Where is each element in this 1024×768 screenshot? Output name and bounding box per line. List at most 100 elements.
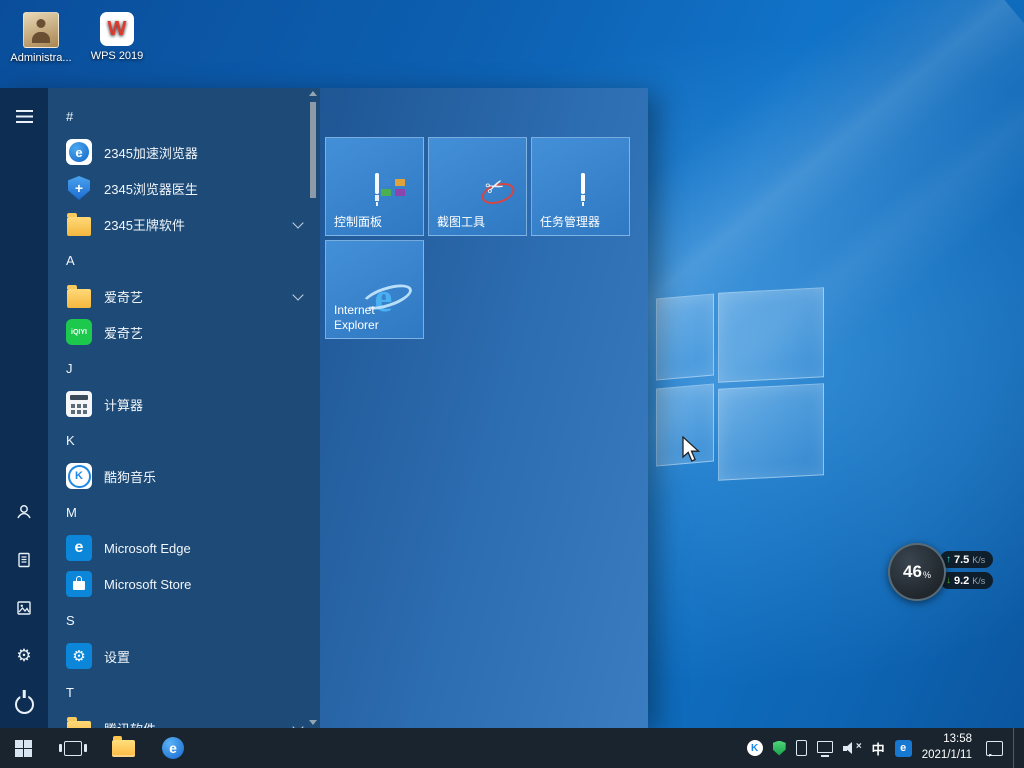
tile-task-manager[interactable]: 任务管理器 xyxy=(531,137,630,236)
app-item-iqiyi-folder[interactable]: 爱奇艺 xyxy=(48,278,320,314)
percent-value: 46 xyxy=(903,562,922,582)
file-explorer-button[interactable] xyxy=(100,728,146,768)
app-label: 腾讯软件 xyxy=(104,719,156,729)
wps-icon: W xyxy=(100,12,134,46)
start-menu-rail: ⚙ xyxy=(0,88,48,728)
tray-security-shield-icon[interactable] xyxy=(773,741,786,756)
app-item-iqiyi[interactable]: iQIYI 爱奇艺 xyxy=(48,314,320,350)
show-desktop-button[interactable] xyxy=(1013,728,1018,768)
settings-gear-icon: ⚙ xyxy=(66,643,92,669)
section-header-j[interactable]: J xyxy=(48,350,320,386)
app-item-calculator[interactable]: 计算器 xyxy=(48,386,320,422)
app-item-2345-software[interactable]: 2345王牌软件 xyxy=(48,206,320,242)
tray-kugou-icon[interactable]: K xyxy=(747,740,763,756)
tile-label: Internet Explorer xyxy=(334,303,417,333)
tray-device-icon[interactable] xyxy=(796,740,807,756)
desktop-icon-administrator[interactable]: Administra... xyxy=(5,12,77,65)
tile-snipping-tool[interactable]: ✂ 截图工具 xyxy=(428,137,527,236)
clock-date: 2021/1/11 xyxy=(922,748,972,764)
tile-control-panel[interactable]: 控制面板 xyxy=(325,137,424,236)
document-icon xyxy=(15,551,33,569)
tray-ime-indicator[interactable]: 中 xyxy=(872,739,885,758)
kugou-icon: K xyxy=(66,463,92,489)
app-label: Microsoft Store xyxy=(104,577,191,592)
tray-network-icon[interactable] xyxy=(817,744,833,753)
app-item-2345-browser[interactable]: e 2345加速浏览器 xyxy=(48,134,320,170)
chevron-down-icon[interactable] xyxy=(292,289,303,300)
tray-volume-muted-icon[interactable]: × xyxy=(843,741,862,755)
section-header-k[interactable]: K xyxy=(48,422,320,458)
memory-percent-ball[interactable]: 46 % xyxy=(888,543,946,601)
phone-icon xyxy=(796,740,807,756)
kugou-k-glyph: K xyxy=(751,743,758,754)
app-label: 2345浏览器医生 xyxy=(104,179,198,198)
power-button[interactable] xyxy=(0,684,48,724)
app-item-kugou[interactable]: K 酷狗音乐 xyxy=(48,458,320,494)
tray-e-glyph: e xyxy=(900,742,906,754)
section-header-m[interactable]: M xyxy=(48,494,320,530)
upload-unit: K/s xyxy=(972,555,985,565)
app-item-microsoft-store[interactable]: Microsoft Store xyxy=(48,566,320,602)
control-panel-icon xyxy=(375,173,379,194)
chevron-down-icon[interactable] xyxy=(292,721,303,728)
download-value: 9.2 xyxy=(954,575,969,587)
settings-button[interactable]: ⚙ xyxy=(0,636,48,676)
app-item-2345-browser-doctor[interactable]: + 2345浏览器医生 xyxy=(48,170,320,206)
tile-label: 截图工具 xyxy=(437,215,520,230)
section-header-s[interactable]: S xyxy=(48,602,320,638)
section-letter: K xyxy=(66,433,75,448)
upload-value: 7.5 xyxy=(954,554,969,566)
section-header-t[interactable]: T xyxy=(48,674,320,710)
taskbar-clock[interactable]: 13:58 2021/1/11 xyxy=(922,732,972,763)
tray-app-icon[interactable]: e xyxy=(895,740,912,757)
app-label: 计算器 xyxy=(104,395,143,414)
task-view-button[interactable] xyxy=(50,728,96,768)
scroll-down-icon[interactable] xyxy=(309,720,317,725)
power-icon xyxy=(15,695,34,714)
tile-internet-explorer[interactable]: e Internet Explorer xyxy=(325,240,424,339)
scroll-up-icon[interactable] xyxy=(309,91,317,96)
expand-menu-button[interactable] xyxy=(0,96,48,136)
system-tray: K × 中 e 13:58 2021/1/11 xyxy=(747,728,1024,768)
shield-icon xyxy=(773,741,786,756)
windows-logo-pane xyxy=(656,383,714,466)
ethernet-icon xyxy=(817,741,833,753)
upload-speed: ↑ 7.5 K/s xyxy=(940,551,993,568)
user-account-button[interactable] xyxy=(0,492,48,532)
folder-icon xyxy=(112,740,135,757)
action-center-button[interactable] xyxy=(982,741,1003,756)
tile-label: 控制面板 xyxy=(334,215,417,230)
documents-button[interactable] xyxy=(0,540,48,580)
folder-shape xyxy=(67,289,91,308)
browser-button[interactable]: e xyxy=(150,728,196,768)
section-letter: M xyxy=(66,505,77,520)
section-header-hash[interactable]: # xyxy=(48,98,320,134)
app-label: 设置 xyxy=(104,647,130,666)
section-header-a[interactable]: A xyxy=(48,242,320,278)
upload-arrow-icon: ↑ xyxy=(946,554,951,565)
app-label: 爱奇艺 xyxy=(104,323,143,342)
network-speed-widget[interactable]: ↑ 7.5 K/s ↓ 9.2 K/s 46 % xyxy=(888,543,1016,601)
tile-label: 任务管理器 xyxy=(540,215,623,230)
kugou-k-glyph: K xyxy=(68,465,91,488)
app-list-scrollbar[interactable] xyxy=(308,88,318,728)
app-item-microsoft-edge[interactable]: e Microsoft Edge xyxy=(48,530,320,566)
iqiyi-icon: iQIYI xyxy=(66,319,92,345)
pictures-button[interactable] xyxy=(0,588,48,628)
task-manager-icon xyxy=(581,173,585,194)
chevron-down-icon[interactable] xyxy=(292,217,303,228)
screen: Administra... W WPS 2019 xyxy=(0,0,1024,768)
scrollbar-thumb[interactable] xyxy=(310,102,316,198)
start-button[interactable] xyxy=(0,728,46,768)
app-label: 爱奇艺 xyxy=(104,287,143,306)
section-letter: T xyxy=(66,685,74,700)
download-unit: K/s xyxy=(972,576,985,586)
mute-cross-glyph: × xyxy=(856,742,862,752)
store-icon xyxy=(66,571,92,597)
taskbar-left: e xyxy=(0,728,196,768)
app-item-settings[interactable]: ⚙ 设置 xyxy=(48,638,320,674)
desktop-icon-wps-2019[interactable]: W WPS 2019 xyxy=(81,12,153,63)
download-arrow-icon: ↓ xyxy=(946,575,951,586)
windows-logo-pane xyxy=(656,293,714,380)
app-item-tencent[interactable]: 腾讯软件 xyxy=(48,710,320,728)
